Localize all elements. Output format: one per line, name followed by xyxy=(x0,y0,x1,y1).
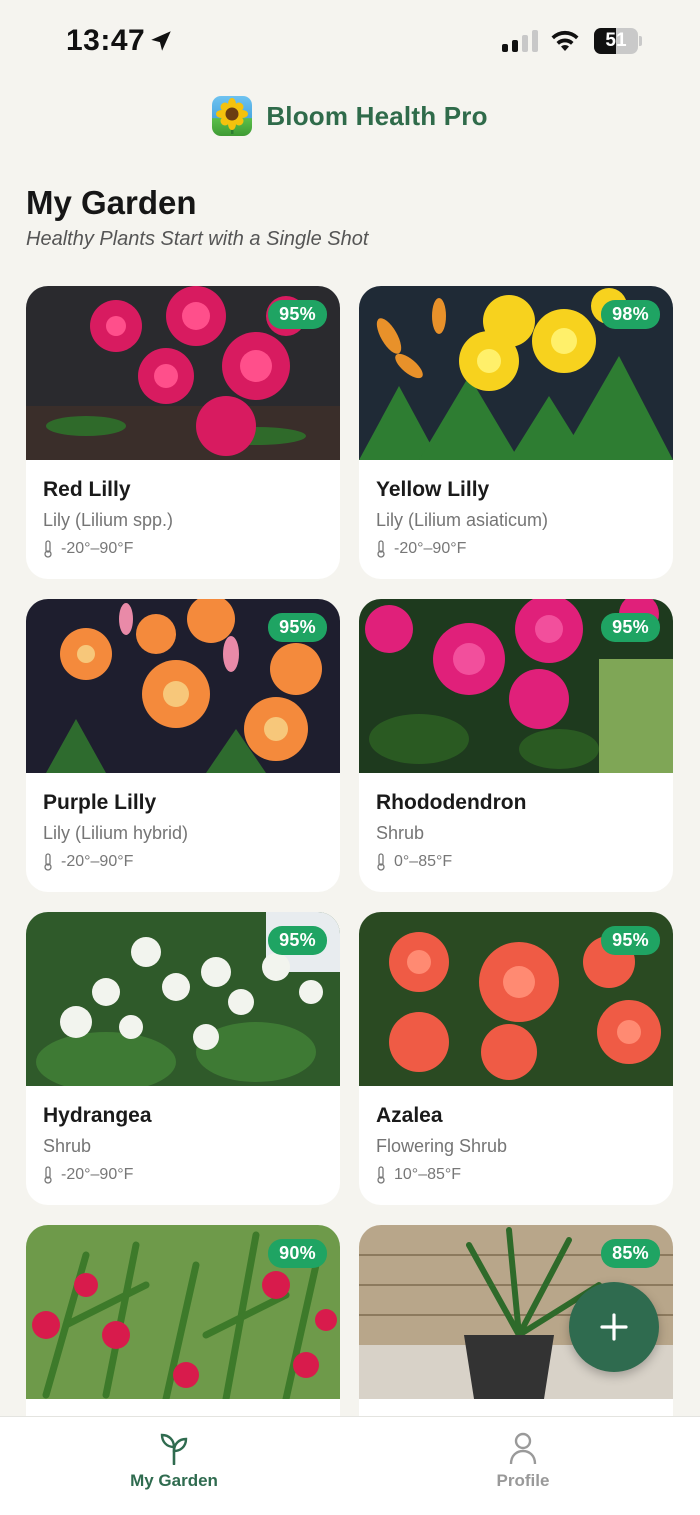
cellular-signal-icon xyxy=(502,30,538,52)
thermometer-icon xyxy=(44,853,52,871)
health-badge: 98% xyxy=(601,300,660,329)
page-subtitle: Healthy Plants Start with a Single Shot xyxy=(26,228,369,250)
rhododendron-photo: 95% xyxy=(359,599,673,773)
health-badge: 95% xyxy=(268,926,327,955)
person-icon xyxy=(509,1432,537,1465)
wifi-icon xyxy=(551,30,579,51)
thermometer-icon xyxy=(377,1166,385,1184)
plant-name: Rhododendron xyxy=(376,791,527,814)
oleander-photo: 90% xyxy=(26,1225,340,1399)
temp-range-text: 10°–85°F xyxy=(394,1166,462,1183)
health-badge: 90% xyxy=(268,1239,327,1268)
temp-range-text: -20°–90°F xyxy=(61,1166,134,1183)
plant-temp-range: -20°–90°F xyxy=(376,540,466,558)
thermometer-icon xyxy=(44,1166,52,1184)
plant-card[interactable]: 98% Yellow Lilly Lily (Lilium asiaticum)… xyxy=(359,286,673,579)
hydrangea-photo: 95% xyxy=(26,912,340,1086)
health-badge: 95% xyxy=(268,613,327,642)
thermometer-icon xyxy=(44,540,52,558)
add-plant-button[interactable] xyxy=(569,1282,659,1372)
temp-range-text: -20°–90°F xyxy=(61,540,134,557)
location-arrow-icon xyxy=(151,31,171,51)
tab-bar: My Garden Profile xyxy=(0,1416,700,1515)
page-title: My Garden xyxy=(26,184,197,221)
plant-species: Lily (Lilium asiaticum) xyxy=(376,510,549,530)
plant-temp-range: -20°–90°F xyxy=(43,1166,133,1184)
status-time: 13:47 xyxy=(66,24,146,57)
plant-name: Hydrangea xyxy=(43,1104,152,1127)
plant-name: Azalea xyxy=(376,1104,443,1127)
plant-species: Shrub xyxy=(376,823,425,843)
plant-temp-range: -20°–90°F xyxy=(43,540,133,558)
tab-label: Profile xyxy=(496,1471,550,1490)
plant-card[interactable]: 95% Red Lilly Lily (Lilium spp.) -20°–90… xyxy=(26,286,340,579)
plant-card[interactable]: 95% Azalea Flowering Shrub 10°–85°F xyxy=(359,912,673,1205)
plant-card[interactable]: 95% Rhododendron Shrub 0°–85°F xyxy=(359,599,673,892)
health-badge: 95% xyxy=(601,926,660,955)
temp-range-text: 0°–85°F xyxy=(394,853,453,870)
plant-species: Flowering Shrub xyxy=(376,1136,508,1156)
yellow-lily-photo: 98% xyxy=(359,286,673,460)
temp-range-text: -20°–90°F xyxy=(394,540,467,557)
plant-name: Yellow Lilly xyxy=(376,478,490,501)
thermometer-icon xyxy=(377,540,385,558)
plant-temp-range: 10°–85°F xyxy=(376,1166,461,1184)
plus-icon xyxy=(600,1313,628,1341)
plant-name: Red Lilly xyxy=(43,478,131,501)
plant-card[interactable]: 95% Hydrangea Shrub -20°–90°F xyxy=(26,912,340,1205)
azalea-photo: 95% xyxy=(359,912,673,1086)
plant-species: Shrub xyxy=(43,1136,92,1156)
red-lily-photo: 95% xyxy=(26,286,340,460)
plant-species: Lily (Lilium hybrid) xyxy=(43,823,189,843)
sunflower-icon xyxy=(212,96,253,136)
plant-name: Purple Lilly xyxy=(43,791,157,814)
status-bar: 13:47 51 xyxy=(0,0,700,84)
battery-icon: 51 xyxy=(594,28,642,54)
thermometer-icon xyxy=(377,853,385,871)
plant-species: Lily (Lilium spp.) xyxy=(43,510,174,530)
tab-my-garden[interactable]: My Garden xyxy=(74,1431,274,1501)
plant-card[interactable]: 95% Purple Lilly Lily (Lilium hybrid) -2… xyxy=(26,599,340,892)
health-badge: 85% xyxy=(601,1239,660,1268)
tab-profile[interactable]: Profile xyxy=(423,1431,623,1501)
temp-range-text: -20°–90°F xyxy=(61,853,134,870)
plant-temp-range: -20°–90°F xyxy=(43,853,133,871)
app-title: Bloom Health Pro xyxy=(266,100,488,131)
health-badge: 95% xyxy=(268,300,327,329)
battery-level: 51 xyxy=(605,30,627,51)
tab-label: My Garden xyxy=(130,1471,218,1490)
orange-lily-photo: 95% xyxy=(26,599,340,773)
health-badge: 95% xyxy=(601,613,660,642)
app-header: Bloom Health Pro xyxy=(0,92,700,140)
plant-temp-range: 0°–85°F xyxy=(376,853,452,871)
sprout-icon xyxy=(160,1433,188,1465)
